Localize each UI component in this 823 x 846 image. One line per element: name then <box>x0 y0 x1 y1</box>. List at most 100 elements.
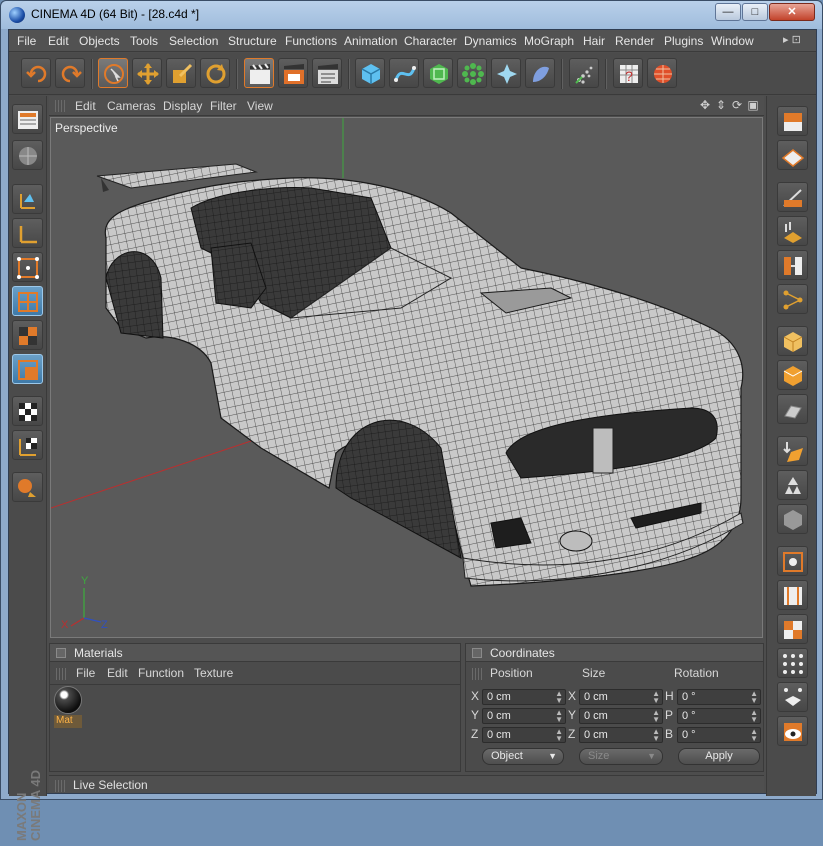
panel-toggle-icon[interactable] <box>472 648 482 658</box>
points-mode-button[interactable] <box>12 252 43 282</box>
materials-menu-function[interactable]: Function <box>138 666 184 680</box>
move-tool-button[interactable] <box>132 58 162 88</box>
scene-object-button[interactable] <box>525 58 555 88</box>
panel-grip-icon[interactable] <box>55 780 67 792</box>
spinner-icon[interactable]: ▲ ▼ <box>652 709 660 724</box>
material-name-label[interactable]: Mat <box>54 715 82 728</box>
align-button[interactable] <box>777 580 808 610</box>
viewport-menu-cameras[interactable]: Cameras <box>107 99 156 113</box>
rotation-p-field[interactable]: 0 ° ▲ ▼ <box>677 708 761 724</box>
pan-view-icon[interactable]: ✥ <box>698 98 712 112</box>
rotate-tool-button[interactable] <box>200 58 230 88</box>
menu-selection[interactable]: Selection <box>169 34 218 48</box>
dots-grid-button[interactable] <box>777 648 808 678</box>
size-y-field[interactable]: 0 cm ▲ ▼ <box>579 708 663 724</box>
rotation-h-field[interactable]: 0 ° ▲ ▼ <box>677 689 761 705</box>
spinner-icon[interactable]: ▲ ▼ <box>555 728 563 743</box>
viewport-menu-filter[interactable]: Filter <box>210 99 237 113</box>
menu-mograph[interactable]: MoGraph <box>524 34 574 48</box>
panel-grip-icon[interactable] <box>472 668 484 680</box>
spinner-icon[interactable]: ▲ ▼ <box>750 690 758 705</box>
polygons-mode-button[interactable] <box>12 320 43 350</box>
viewport-menu-edit[interactable]: Edit <box>75 99 96 113</box>
recycle-button[interactable] <box>777 470 808 500</box>
model-tool-button[interactable] <box>12 184 43 214</box>
maximize-view-icon[interactable]: ▣ <box>746 98 760 112</box>
viewport-menu-view[interactable]: View <box>247 99 273 113</box>
menu-animation[interactable]: Animation <box>344 34 397 48</box>
render-view-button[interactable] <box>244 58 274 88</box>
minimize-button[interactable]: — <box>715 3 741 21</box>
spinner-icon[interactable]: ▲ ▼ <box>750 728 758 743</box>
materials-menu-texture[interactable]: Texture <box>194 666 233 680</box>
cube-primitive-button[interactable] <box>355 58 385 88</box>
menu-render[interactable]: Render <box>615 34 654 48</box>
grid-view-button[interactable] <box>777 140 808 170</box>
panel-grip-icon[interactable] <box>55 100 67 112</box>
position-z-field[interactable]: 0 cm ▲ ▼ <box>482 727 566 743</box>
spinner-icon[interactable]: ▲ ▼ <box>652 690 660 705</box>
menu-file[interactable]: File <box>17 34 36 48</box>
spinner-icon[interactable]: ▲ ▼ <box>652 728 660 743</box>
quantize-button[interactable] <box>777 614 808 644</box>
position-x-field[interactable]: 0 cm ▲ ▼ <box>482 689 566 705</box>
edges-mode-button[interactable] <box>12 286 43 316</box>
panel-toggle-icon[interactable] <box>56 648 66 658</box>
rotation-b-field[interactable]: 0 ° ▲ ▼ <box>677 727 761 743</box>
box-object-button[interactable] <box>777 360 808 390</box>
menu-structure[interactable]: Structure <box>228 34 277 48</box>
extrude-button[interactable] <box>777 216 808 246</box>
material-thumbnail[interactable] <box>54 686 82 714</box>
connect-button[interactable] <box>777 284 808 314</box>
texture-mode-button[interactable] <box>12 396 43 426</box>
layout-button[interactable] <box>12 104 43 134</box>
perspective-viewport[interactable]: Perspective Y X Z <box>50 117 763 638</box>
materials-menu-edit[interactable]: Edit <box>107 666 128 680</box>
render-instance-button[interactable] <box>777 504 808 534</box>
cube-tool-button[interactable] <box>777 326 808 356</box>
spinner-icon[interactable]: ▲ ▼ <box>555 690 563 705</box>
scale-tool-button[interactable] <box>166 58 196 88</box>
viewport-visibility-button[interactable] <box>777 716 808 746</box>
close-button[interactable]: ✕ <box>769 3 815 21</box>
spinner-icon[interactable]: ▲ ▼ <box>555 709 563 724</box>
redo-button[interactable] <box>55 58 85 88</box>
orbit-view-icon[interactable]: ⟳ <box>730 98 744 112</box>
nurbs-button[interactable] <box>423 58 453 88</box>
menu-window[interactable]: Window <box>711 34 754 48</box>
spinner-icon[interactable]: ▲ ▼ <box>750 709 758 724</box>
menu-character[interactable]: Character <box>404 34 457 48</box>
particles-button[interactable] <box>569 58 599 88</box>
cinema4d-web-button[interactable] <box>647 58 677 88</box>
materials-menu-file[interactable]: File <box>76 666 95 680</box>
solo-view-button[interactable] <box>777 106 808 136</box>
coordinate-mode-dropdown[interactable]: Object ▼ <box>482 748 564 765</box>
menu-edit[interactable]: Edit <box>48 34 69 48</box>
render-settings-button[interactable] <box>312 58 342 88</box>
menu-tools[interactable]: Tools <box>130 34 158 48</box>
deformer-button[interactable] <box>491 58 521 88</box>
workplane-button[interactable] <box>777 682 808 712</box>
bend-button[interactable] <box>777 394 808 424</box>
array-button[interactable] <box>457 58 487 88</box>
menu-hair[interactable]: Hair <box>583 34 605 48</box>
knife-tool-button[interactable] <box>777 182 808 212</box>
render-picture-viewer-button[interactable] <box>278 58 308 88</box>
object-axis-button[interactable] <box>12 218 43 248</box>
position-y-field[interactable]: 0 cm ▲ ▼ <box>482 708 566 724</box>
maximize-button[interactable]: □ <box>742 3 768 21</box>
uv-mode-button[interactable] <box>12 354 43 384</box>
menu-overflow-icon[interactable]: ▸ ⊡ <box>783 33 801 46</box>
spline-button[interactable] <box>389 58 419 88</box>
zoom-view-icon[interactable]: ⇕ <box>714 98 728 112</box>
panel-grip-icon[interactable] <box>56 668 68 680</box>
menu-plugins[interactable]: Plugins <box>664 34 703 48</box>
apply-button[interactable]: Apply <box>678 748 760 765</box>
snap-button[interactable] <box>777 546 808 576</box>
texture-axis-button[interactable] <box>12 430 43 460</box>
help-button[interactable]: ? <box>613 58 643 88</box>
menu-functions[interactable]: Functions <box>285 34 337 48</box>
undo-button[interactable] <box>21 58 51 88</box>
import-button[interactable] <box>777 436 808 466</box>
menu-dynamics[interactable]: Dynamics <box>464 34 517 48</box>
